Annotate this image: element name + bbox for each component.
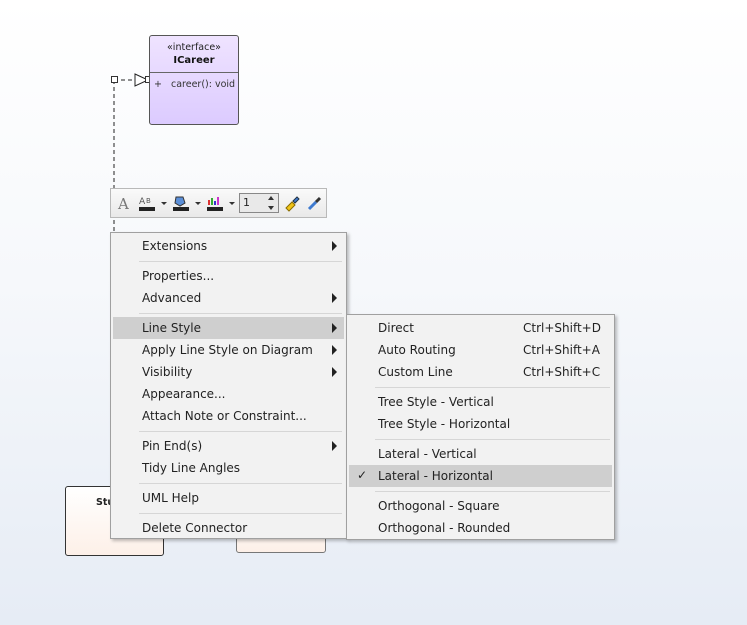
menu-item-extensions[interactable]: Extensions	[113, 235, 344, 257]
menu-item-label: Pin End(s)	[142, 439, 203, 453]
submenu-arrow-icon	[332, 293, 337, 303]
menu-item-label: Properties...	[142, 269, 215, 283]
menu-item-delete-connector[interactable]: Delete Connector	[113, 517, 344, 539]
interface-icareer[interactable]: «interface» ICareer + career(): void	[149, 35, 239, 125]
stepper-up-icon[interactable]	[268, 196, 274, 200]
submenu-arrow-icon	[332, 441, 337, 451]
class-name: ICareer	[173, 55, 215, 66]
submenu-arrow-icon	[332, 367, 337, 377]
menu-item-label: Lateral - Vertical	[378, 447, 477, 461]
menu-item-shortcut: Ctrl+Shift+A	[523, 343, 600, 357]
menu-separator	[139, 513, 342, 514]
menu-item-line-style[interactable]: Line Style	[113, 317, 344, 339]
menu-item-orthogonal-rounded[interactable]: Orthogonal - Rounded	[349, 517, 612, 539]
menu-item-label: Custom Line	[378, 365, 453, 379]
menu-item-properties[interactable]: Properties...	[113, 265, 344, 287]
menu-item-tree-style-horizontal[interactable]: Tree Style - Horizontal	[349, 413, 612, 435]
menu-item-custom-line[interactable]: Custom Line Ctrl+Shift+C	[349, 361, 612, 383]
menu-item-label: Direct	[378, 321, 414, 335]
line-width-value: 1	[243, 196, 250, 209]
submenu-arrow-icon	[332, 241, 337, 251]
format-painter-icon[interactable]	[282, 193, 302, 213]
menu-item-label: Delete Connector	[142, 521, 248, 535]
fill-color-icon[interactable]	[171, 193, 191, 213]
submenu-arrow-icon	[332, 323, 337, 333]
chevron-down-icon[interactable]	[161, 202, 167, 205]
menu-item-label: Appearance...	[142, 387, 226, 401]
menu-separator	[139, 261, 342, 262]
line-width-stepper[interactable]: 1	[239, 193, 279, 213]
eyedropper-icon[interactable]	[305, 193, 325, 213]
menu-separator	[139, 313, 342, 314]
menu-separator	[139, 483, 342, 484]
menu-item-label: Apply Line Style on Diagram	[142, 343, 313, 357]
svg-text:A: A	[117, 195, 129, 211]
menu-item-tidy-line-angles[interactable]: Tidy Line Angles	[113, 457, 344, 479]
menu-item-pin-ends[interactable]: Pin End(s)	[113, 435, 344, 457]
menu-item-label: Visibility	[142, 365, 193, 379]
menu-item-label: UML Help	[142, 491, 199, 505]
menu-item-label: Orthogonal - Square	[378, 499, 500, 513]
line-style-submenu: Direct Ctrl+Shift+D Auto Routing Ctrl+Sh…	[346, 314, 615, 540]
menu-item-tree-style-vertical[interactable]: Tree Style - Vertical	[349, 391, 612, 413]
menu-item-appearance[interactable]: Appearance...	[113, 383, 344, 405]
menu-item-orthogonal-square[interactable]: Orthogonal - Square	[349, 495, 612, 517]
menu-item-uml-help[interactable]: UML Help	[113, 487, 344, 509]
menu-item-direct[interactable]: Direct Ctrl+Shift+D	[349, 317, 612, 339]
chevron-down-icon[interactable]	[195, 202, 201, 205]
menu-separator	[375, 439, 610, 440]
menu-item-lateral-vertical[interactable]: Lateral - Vertical	[349, 443, 612, 465]
menu-item-label: Line Style	[142, 321, 201, 335]
text-color-icon[interactable]: A B	[137, 193, 157, 213]
menu-item-label: Auto Routing	[378, 343, 456, 357]
stereotype-label: «interface»	[167, 42, 221, 53]
connector-source-handle[interactable]	[111, 76, 118, 83]
submenu-arrow-icon	[332, 345, 337, 355]
menu-item-auto-routing[interactable]: Auto Routing Ctrl+Shift+A	[349, 339, 612, 361]
menu-item-shortcut: Ctrl+Shift+C	[523, 365, 601, 379]
format-toolbar: A A B 1	[110, 188, 327, 218]
compartment-divider	[150, 72, 238, 73]
context-menu: Extensions Properties... Advanced Line S…	[110, 232, 347, 539]
chevron-down-icon[interactable]	[229, 202, 235, 205]
menu-separator	[139, 431, 342, 432]
menu-item-label: Tidy Line Angles	[142, 461, 241, 475]
check-icon: ✓	[357, 468, 368, 482]
menu-item-label: Tree Style - Vertical	[378, 395, 494, 409]
menu-item-attach-note[interactable]: Attach Note or Constraint...	[113, 405, 344, 427]
operation-label: career(): void	[171, 79, 236, 90]
menu-item-apply-line-style[interactable]: Apply Line Style on Diagram	[113, 339, 344, 361]
menu-item-lateral-horizontal[interactable]: ✓ Lateral - Horizontal	[349, 465, 612, 487]
menu-item-advanced[interactable]: Advanced	[113, 287, 344, 309]
font-icon[interactable]: A	[115, 193, 133, 213]
menu-item-label: Lateral - Horizontal	[378, 469, 493, 483]
svg-text:A: A	[139, 197, 146, 207]
line-color-icon[interactable]	[205, 193, 225, 213]
menu-separator	[375, 491, 610, 492]
menu-item-visibility[interactable]: Visibility	[113, 361, 344, 383]
menu-separator	[375, 387, 610, 388]
svg-text:B: B	[146, 197, 151, 205]
menu-item-label: Attach Note or Constraint...	[142, 409, 307, 423]
operation-visibility: +	[154, 79, 162, 90]
menu-item-label: Advanced	[142, 291, 202, 305]
menu-item-label: Tree Style - Horizontal	[378, 417, 511, 431]
menu-item-shortcut: Ctrl+Shift+D	[523, 321, 601, 335]
stepper-down-icon[interactable]	[268, 206, 274, 210]
menu-item-label: Orthogonal - Rounded	[378, 521, 511, 535]
menu-item-label: Extensions	[142, 239, 208, 253]
